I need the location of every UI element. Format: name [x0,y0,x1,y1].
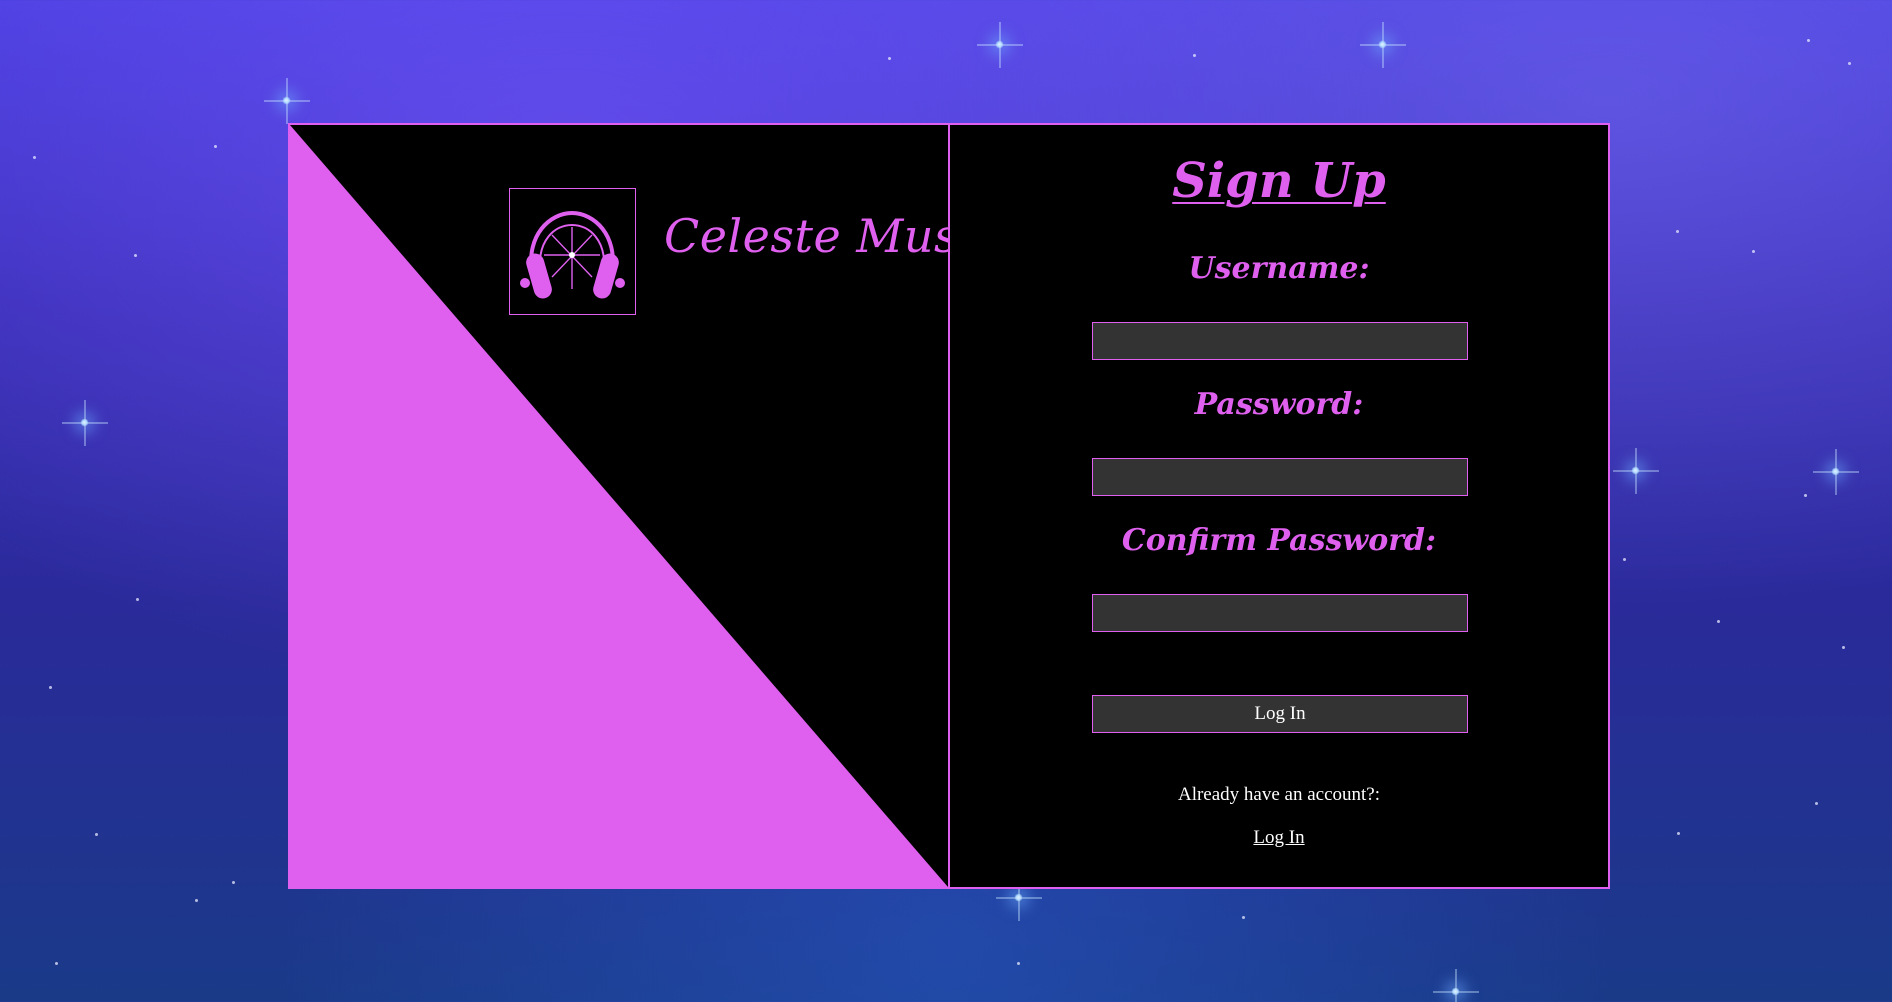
star [49,686,52,689]
signup-form: Sign Up Username: Password: Confirm Pass… [950,125,1608,887]
star [1017,962,1020,965]
star [1848,62,1851,65]
star [1676,230,1679,233]
page-title: Sign Up [1172,153,1386,209]
star [1014,893,1023,902]
star [1807,39,1810,42]
star [232,881,235,884]
login-link[interactable]: Log In [1253,827,1304,848]
star [95,833,98,836]
star [33,156,36,159]
star [1451,987,1460,996]
star [1815,802,1818,805]
star [1842,646,1845,649]
star [1831,467,1840,476]
star [1677,832,1680,835]
star [1242,916,1245,919]
star [195,899,198,902]
already-account-text: Already have an account?: [1177,784,1381,805]
star [282,96,291,105]
username-field[interactable] [1092,322,1468,360]
star [134,254,137,257]
star [136,598,139,601]
star [1631,466,1640,475]
submit-button[interactable]: Log In [1092,695,1468,733]
star [1717,620,1720,623]
brand-panel: Celeste Music [290,125,950,887]
star [80,418,89,427]
headphones-icon [520,210,625,299]
password-field[interactable] [1092,458,1468,496]
star [1378,40,1387,49]
star [995,40,1004,49]
star [1623,558,1626,561]
star [888,57,891,60]
password-label: Password: [1194,387,1364,422]
star [1804,494,1807,497]
brand-name: Celeste Music [664,209,948,263]
signup-card: Celeste Music Sign Up Username: Password… [288,123,1610,889]
confirm-password-label: Confirm Password: [1121,523,1437,558]
star [214,145,217,148]
star [55,962,58,965]
brand-logo [509,188,636,315]
username-label: Username: [1188,251,1370,286]
star [1752,250,1755,253]
confirm-password-field[interactable] [1092,594,1468,632]
star [1193,54,1196,57]
